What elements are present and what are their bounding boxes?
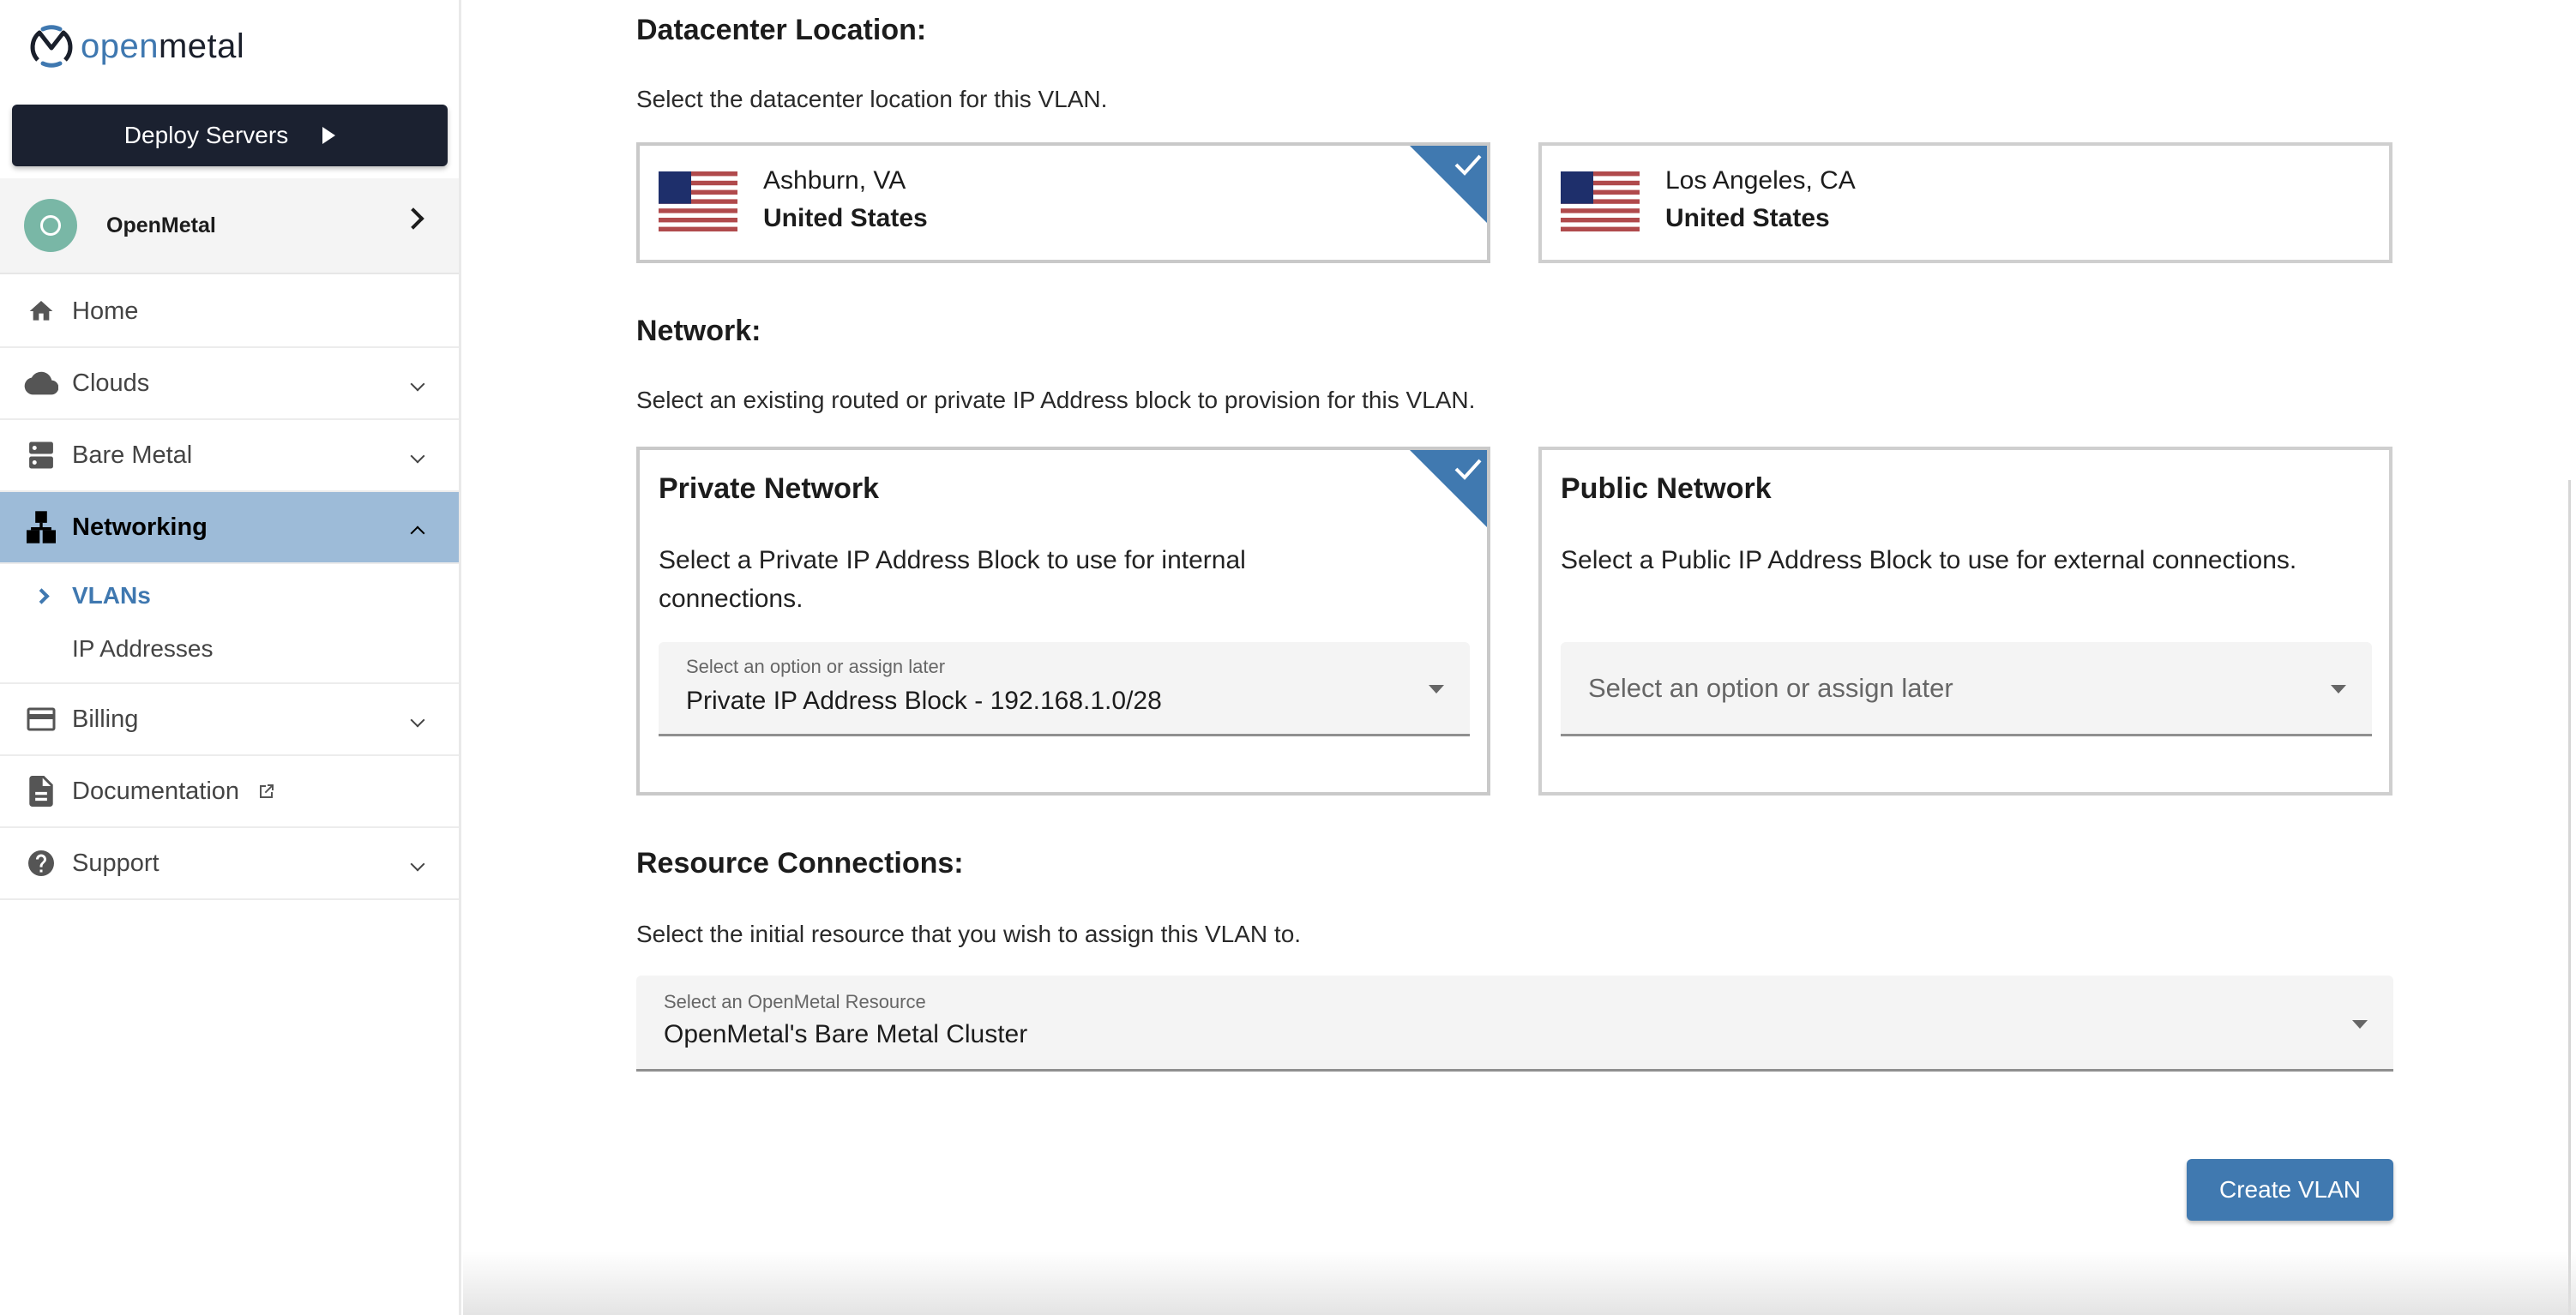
sidebar-item-label: Billing — [72, 705, 139, 733]
create-vlan-button[interactable]: Create VLAN — [2187, 1159, 2393, 1221]
create-vlan-label: Create VLAN — [2219, 1176, 2361, 1203]
external-link-icon — [260, 784, 274, 798]
sidebar-item-label: Documentation — [72, 777, 240, 805]
avatar — [24, 199, 77, 252]
sidebar-item-label: Bare Metal — [72, 441, 193, 469]
private-ip-select-label: Select an option or assign later — [686, 656, 946, 677]
public-ip-select-placeholder: Select an option or assign later — [1588, 673, 1953, 703]
chevron-down-icon — [410, 376, 425, 392]
sidebar-item-vlans[interactable]: VLANs — [0, 569, 459, 622]
resource-select-value: OpenMetal's Bare Metal Cluster — [664, 1020, 1028, 1048]
sidebar-subitem-label: VLANs — [72, 582, 151, 609]
us-flag-icon — [1561, 171, 1640, 231]
network-description: Select an existing routed or private IP … — [636, 387, 1476, 413]
datacenter-option-ashburn[interactable]: Ashburn, VA United States — [636, 142, 1490, 263]
private-network-card[interactable]: Private Network Select a Private IP Addr… — [636, 447, 1490, 796]
private-network-title: Private Network — [659, 472, 879, 505]
sidebar-item-networking[interactable]: Networking — [0, 492, 459, 564]
datacenter-country: United States — [1665, 204, 1830, 232]
deploy-servers-label: Deploy Servers — [123, 122, 289, 148]
selected-check-icon — [1410, 146, 1487, 223]
private-ip-select-value: Private IP Address Block - 192.168.1.0/2… — [686, 687, 1162, 715]
sidebar: openmetal Deploy Servers OpenMetal Home … — [0, 0, 461, 1315]
sidebar-item-documentation[interactable]: Documentation — [0, 756, 459, 828]
sidebar-item-bare-metal[interactable]: Bare Metal — [0, 420, 459, 492]
datacenter-option-los-angeles[interactable]: Los Angeles, CA United States — [1538, 142, 2392, 263]
sidebar-item-label: Networking — [72, 513, 208, 541]
dropdown-arrow-icon — [1429, 685, 1444, 694]
play-icon — [322, 127, 336, 144]
private-network-description: Select a Private IP Address Block to use… — [659, 546, 1246, 613]
cloud-icon — [24, 370, 58, 396]
sidebar-item-label: Clouds — [72, 369, 150, 397]
datacenter-heading: Datacenter Location: — [636, 14, 927, 46]
public-network-description: Select a Public IP Address Block to use … — [1561, 546, 2297, 574]
help-icon — [24, 848, 58, 879]
sidebar-item-label: Support — [72, 849, 159, 877]
us-flag-icon — [659, 171, 737, 231]
document-icon — [24, 776, 58, 807]
chevron-right-icon — [402, 207, 424, 230]
sidebar-item-clouds[interactable]: Clouds — [0, 348, 459, 420]
chevron-down-icon — [410, 856, 425, 872]
public-network-card[interactable]: Public Network Select a Public IP Addres… — [1538, 447, 2392, 796]
resource-select-label: Select an OpenMetal Resource — [664, 991, 926, 1012]
credit-card-icon — [24, 706, 58, 732]
sidebar-item-label: Home — [72, 297, 139, 325]
dropdown-arrow-icon — [2331, 685, 2346, 694]
datacenter-description: Select the datacenter location for this … — [636, 86, 1108, 112]
datacenter-city: Ashburn, VA — [763, 166, 906, 195]
chevron-down-icon — [410, 448, 425, 464]
home-icon — [24, 297, 58, 325]
server-icon — [24, 441, 58, 470]
sidebar-subitem-label: IP Addresses — [72, 635, 214, 662]
scrollbar-track[interactable] — [2568, 480, 2571, 1315]
selected-check-icon — [1410, 450, 1487, 527]
sidebar-item-home[interactable]: Home — [0, 276, 459, 348]
resource-select[interactable]: Select an OpenMetal Resource OpenMetal's… — [636, 976, 2393, 1072]
chevron-down-icon — [410, 712, 425, 728]
network-heading: Network: — [636, 315, 761, 347]
chevron-up-icon — [410, 525, 425, 541]
openmetal-logo[interactable]: openmetal — [27, 21, 244, 72]
resource-description: Select the initial resource that you wis… — [636, 921, 1302, 947]
dropdown-arrow-icon — [2352, 1020, 2368, 1029]
logo-wordmark: openmetal — [81, 27, 244, 66]
logo-text-open: open — [81, 27, 159, 65]
organization-switcher[interactable]: OpenMetal — [0, 178, 459, 274]
resource-heading: Resource Connections: — [636, 847, 964, 880]
network-icon — [24, 511, 58, 543]
avatar-circle-icon — [40, 215, 61, 236]
datacenter-country: United States — [763, 204, 928, 232]
sidebar-item-ip-addresses[interactable]: IP Addresses — [0, 622, 459, 676]
logo-text-metal: metal — [158, 27, 245, 65]
sidebar-item-billing[interactable]: Billing — [0, 684, 459, 756]
networking-submenu: VLANs IP Addresses — [0, 564, 459, 684]
public-network-title: Public Network — [1561, 472, 1772, 505]
deploy-servers-button[interactable]: Deploy Servers — [12, 105, 448, 166]
sidebar-nav: Home Clouds Bare Metal Networking VLANs … — [0, 276, 459, 900]
public-ip-block-select[interactable]: Select an option or assign later — [1561, 642, 2372, 736]
datacenter-city: Los Angeles, CA — [1665, 166, 1856, 195]
private-ip-block-select[interactable]: Select an option or assign later Private… — [659, 642, 1470, 736]
chevron-right-icon — [24, 587, 58, 604]
organization-name: OpenMetal — [106, 213, 216, 237]
openmetal-logo-icon — [30, 25, 73, 68]
sidebar-item-support[interactable]: Support — [0, 828, 459, 900]
bottom-shadow — [463, 1252, 2576, 1315]
